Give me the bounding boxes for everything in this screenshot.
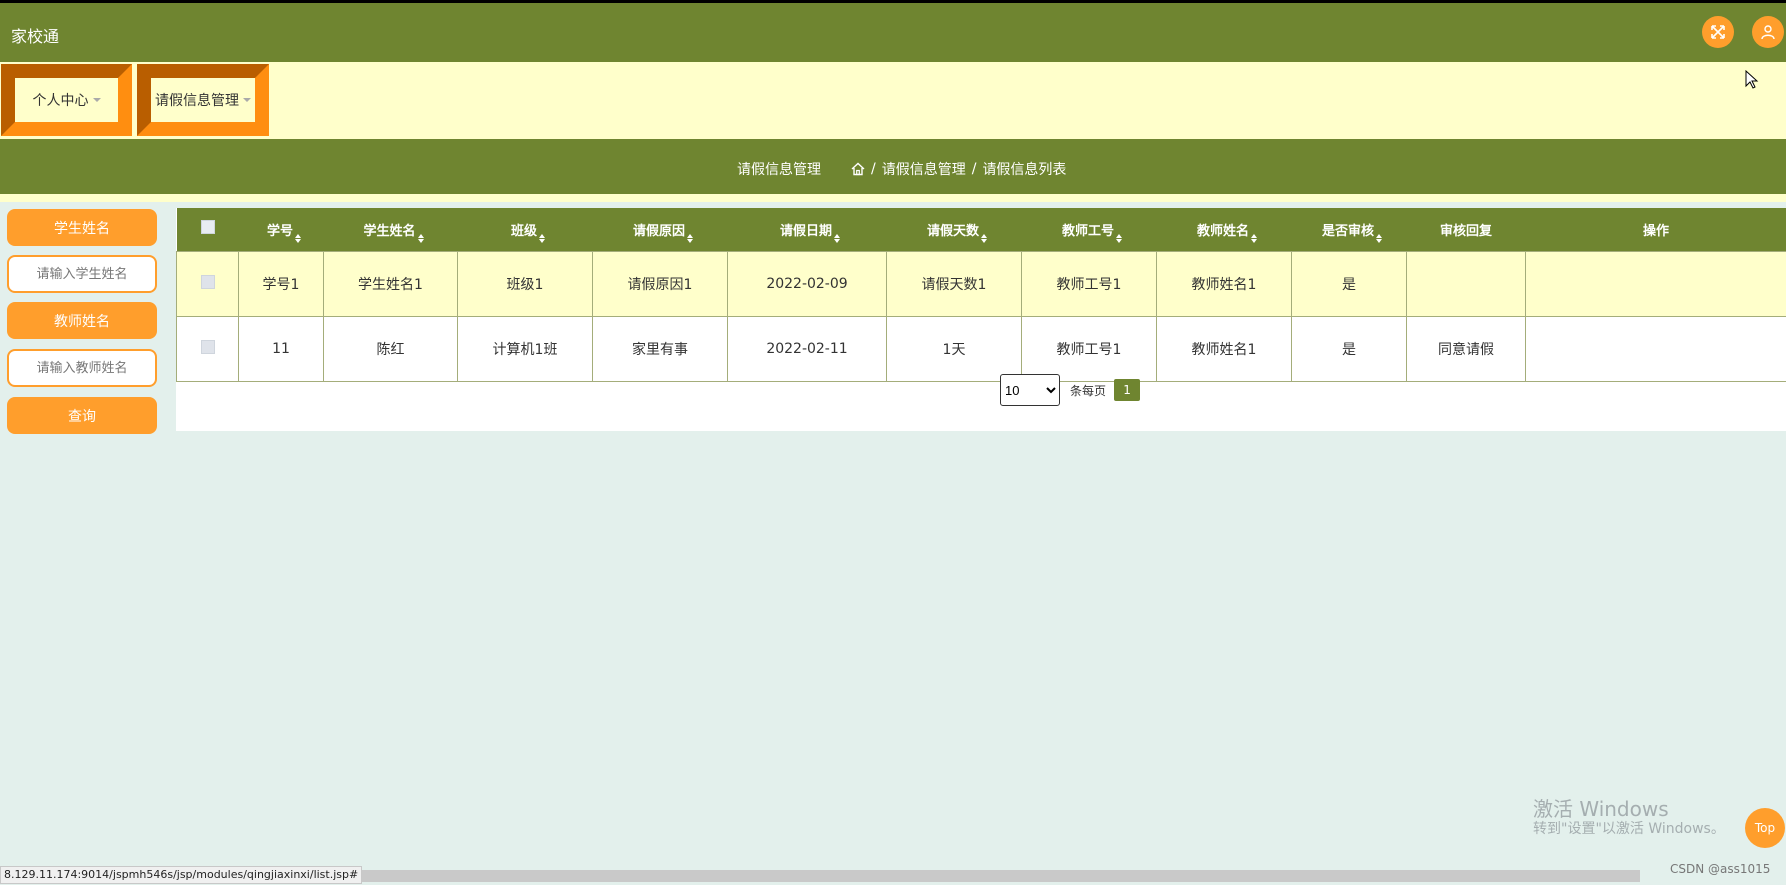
breadcrumb-separator: /: [971, 161, 977, 177]
breadcrumb-bar: 请假信息管理 / 请假信息管理 / 请假信息列表: [0, 139, 1786, 194]
breadcrumb-level2: 请假信息列表: [982, 162, 1067, 178]
row-checkbox[interactable]: [200, 339, 215, 354]
student-name-label: 学生姓名: [7, 209, 157, 246]
user-icon: [1761, 25, 1775, 40]
cell-date: 2022-02-11: [727, 315, 887, 382]
csdn-watermark: CSDN @ass1015: [1670, 862, 1771, 876]
page-number-button[interactable]: 1: [1114, 379, 1141, 401]
cell-reason: 请假原因1: [592, 250, 728, 317]
col-header-days[interactable]: 请假天数: [886, 208, 1022, 251]
row-checkbox[interactable]: [200, 274, 215, 289]
cell-reason: 家里有事: [592, 315, 728, 382]
table-container: 学号 学生姓名 班级 请假原因 请假日期 请假天数 教师工号 教师姓名 是否审核…: [176, 208, 1786, 431]
status-url: 8.129.11.174:9014/jspmh546s/jsp/modules/…: [0, 866, 363, 884]
teacher-name-input[interactable]: [7, 349, 157, 387]
cell-student-name: 陈红: [323, 315, 458, 382]
menu-strip: 个人中心 请假信息管理: [0, 62, 1786, 139]
cell-days: 1天: [886, 315, 1022, 382]
cell-class: 计算机1班: [457, 315, 593, 382]
home-icon[interactable]: [851, 162, 865, 176]
top-navbar: 家校通: [0, 0, 1786, 62]
cell-audited: 是: [1291, 315, 1407, 382]
col-header-reply: 审核回复: [1406, 208, 1526, 251]
breadcrumb-separator: /: [871, 161, 876, 177]
leave-table: 学号 学生姓名 班级 请假原因 请假日期 请假天数 教师工号 教师姓名 是否审核…: [176, 208, 1786, 382]
col-header-class[interactable]: 班级: [457, 208, 593, 251]
menu-personal-center[interactable]: 个人中心: [1, 64, 132, 136]
cell-days: 请假天数1: [886, 250, 1022, 317]
page-title: 请假信息管理: [737, 162, 821, 178]
table-row: 11 陈红 计算机1班 家里有事 2022-02-11 1天 教师工号1 教师姓…: [176, 315, 1786, 382]
caret-down-icon: [243, 98, 251, 102]
app-title: 家校通: [11, 27, 60, 46]
cell-class: 班级1: [457, 250, 593, 317]
pagination: 10 条每页 1: [1000, 374, 1141, 406]
cell-student-name: 学生姓名1: [323, 250, 458, 317]
search-button[interactable]: 查询: [7, 397, 157, 434]
windows-watermark-subtitle: 转到"设置"以激活 Windows。: [1533, 821, 1725, 837]
teacher-name-label: 教师姓名: [7, 302, 157, 339]
cell-student-no: 11: [238, 315, 324, 382]
col-header-actions: 操作: [1525, 208, 1786, 251]
menu-personal-center-label: 个人中心: [32, 93, 89, 109]
back-to-top-button[interactable]: Top: [1745, 808, 1785, 848]
col-header-audited[interactable]: 是否审核: [1291, 208, 1407, 251]
select-all-cell: [176, 208, 239, 251]
per-page-label: 条每页: [1070, 383, 1107, 398]
col-header-teacher-no[interactable]: 教师工号: [1021, 208, 1157, 251]
cell-teacher-no: 教师工号1: [1021, 250, 1157, 317]
table-header-row: 学号 学生姓名 班级 请假原因 请假日期 请假天数 教师工号 教师姓名 是否审核…: [176, 208, 1786, 251]
expand-icon: [1711, 25, 1725, 39]
student-name-input[interactable]: [7, 255, 157, 293]
caret-down-icon: [92, 98, 101, 102]
cell-date: 2022-02-09: [727, 250, 887, 317]
col-header-reason[interactable]: 请假原因: [592, 208, 728, 251]
fullscreen-button[interactable]: [1702, 16, 1734, 48]
menu-leave-management-label: 请假信息管理: [155, 93, 239, 109]
user-button[interactable]: [1752, 16, 1784, 48]
select-all-checkbox[interactable]: [200, 220, 215, 235]
cell-teacher-name: 教师姓名1: [1156, 250, 1292, 317]
col-header-student-no[interactable]: 学号: [238, 208, 324, 251]
horizontal-scrollbar[interactable]: [350, 870, 1640, 882]
col-header-student-name[interactable]: 学生姓名: [323, 208, 458, 251]
menu-leave-management[interactable]: 请假信息管理: [137, 64, 269, 136]
cell-student-no: 学号1: [238, 250, 324, 317]
cell-audited: 是: [1291, 250, 1407, 317]
mouse-cursor-icon: [1745, 70, 1759, 89]
cell-teacher-no: 教师工号1: [1021, 315, 1157, 382]
col-header-date[interactable]: 请假日期: [727, 208, 887, 251]
breadcrumb-underline: [0, 194, 1786, 202]
cell-reply: 同意请假: [1406, 315, 1526, 382]
cell-reply: [1406, 250, 1526, 317]
breadcrumb: / 请假信息管理 / 请假信息列表: [851, 159, 1066, 179]
page-size-select[interactable]: 10: [1000, 374, 1060, 406]
table-row: 学号1 学生姓名1 班级1 请假原因1 2022-02-09 请假天数1 教师工…: [176, 250, 1786, 317]
breadcrumb-level1[interactable]: 请假信息管理: [882, 159, 966, 179]
cell-teacher-name: 教师姓名1: [1156, 315, 1292, 382]
col-header-teacher-name[interactable]: 教师姓名: [1156, 208, 1292, 251]
